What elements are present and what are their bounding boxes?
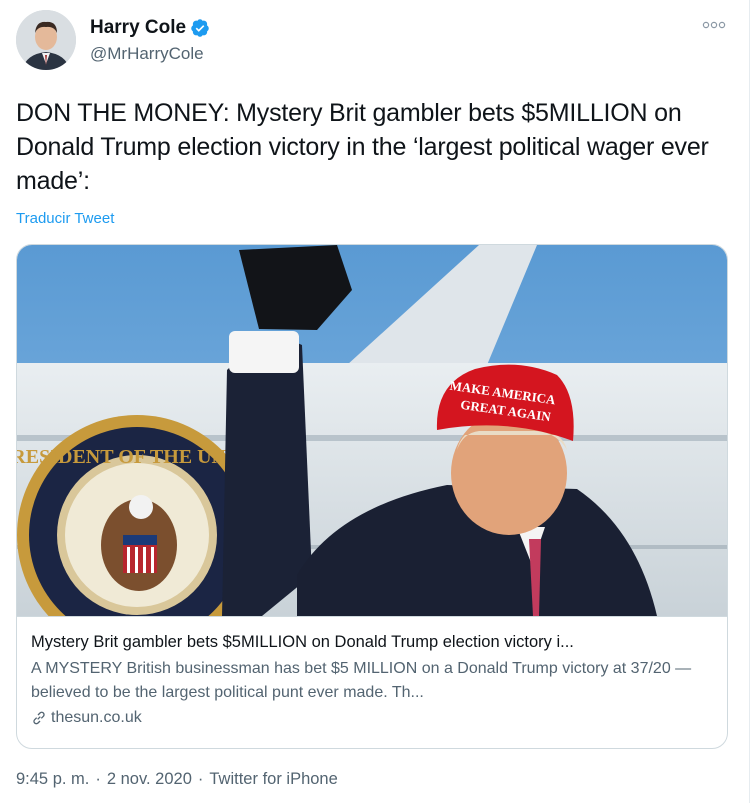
verified-badge-icon <box>191 19 209 37</box>
tweet-source[interactable]: Twitter for iPhone <box>209 770 337 789</box>
author-handle[interactable]: @MrHarryCole <box>90 44 210 64</box>
author-display-name[interactable]: Harry Cole <box>90 17 186 39</box>
card-domain-text: thesun.co.uk <box>51 709 142 726</box>
tweet-text: DON THE MONEY: Mystery Brit gambler bets… <box>16 99 709 195</box>
link-card[interactable]: PRESIDENT OF THE UNITED MAKE AMERICA GRE… <box>16 244 728 749</box>
card-description: A MYSTERY British businessman has bet $5… <box>31 660 692 701</box>
meta-separator: · <box>197 770 204 788</box>
tweet-meta: 9:45 p. m. · 2 nov. 2020 · Twitter for i… <box>16 770 338 789</box>
tweet-header: Harry Cole @MrHarryCole <box>16 10 734 72</box>
card-domain[interactable]: thesun.co.uk <box>31 709 715 727</box>
meta-separator: · <box>95 770 101 788</box>
tweet-date[interactable]: 2 nov. 2020 <box>107 770 192 789</box>
avatar-photo <box>16 10 76 70</box>
avatar[interactable] <box>16 10 76 70</box>
author-names: Harry Cole @MrHarryCole <box>90 16 210 64</box>
card-title[interactable]: Mystery Brit gambler bets $5MILLION on D… <box>31 631 715 653</box>
more-options-icon[interactable] <box>702 18 726 32</box>
link-icon <box>33 711 45 725</box>
tweet-time[interactable]: 9:45 p. m. <box>16 770 89 789</box>
card-info[interactable]: Mystery Brit gambler bets $5MILLION on D… <box>17 616 727 748</box>
translate-tweet-link[interactable]: Traducir Tweet <box>16 210 114 227</box>
card-image[interactable]: PRESIDENT OF THE UNITED MAKE AMERICA GRE… <box>17 245 728 616</box>
tweet: Harry Cole @MrHarryCole DON THE MONEY: M… <box>0 0 750 803</box>
